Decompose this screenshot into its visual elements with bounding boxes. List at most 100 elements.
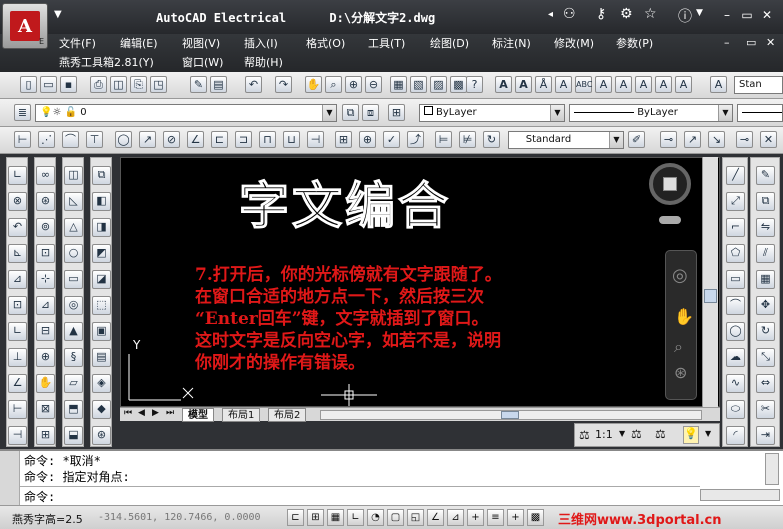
- tray-dropdown-icon[interactable]: ▼: [705, 429, 711, 438]
- dim-update-icon[interactable]: ↻: [483, 131, 500, 148]
- ellipse-icon[interactable]: ⬭: [726, 400, 745, 419]
- grid-display-icon[interactable]: ▦: [327, 509, 344, 526]
- 3d-osnap-icon[interactable]: ◱: [407, 509, 424, 526]
- zoom-nav-icon[interactable]: ⌕: [674, 337, 683, 357]
- cylinder-icon[interactable]: ▭: [64, 270, 83, 289]
- check-icon[interactable]: ◆: [92, 400, 111, 419]
- array-icon[interactable]: ▦: [756, 270, 775, 289]
- viewcube-top-face[interactable]: [663, 177, 677, 191]
- object-snap-icon[interactable]: ▢: [387, 509, 404, 526]
- paste-icon[interactable]: ▤: [210, 76, 227, 93]
- extrude-icon[interactable]: ⬒: [64, 400, 83, 419]
- lineweight-toggle-icon[interactable]: ≡: [487, 509, 504, 526]
- imprint-icon[interactable]: ⬚: [92, 296, 111, 315]
- mirror-icon[interactable]: ⇋: [756, 218, 775, 237]
- undo-icon[interactable]: ↶: [245, 76, 262, 93]
- slice-icon[interactable]: ◪: [92, 270, 111, 289]
- text-a-icon[interactable]: A: [495, 76, 512, 93]
- application-menu-button[interactable]: A E: [2, 3, 48, 49]
- star-icon[interactable]: ☆: [644, 6, 657, 22]
- wedge-icon[interactable]: ◺: [64, 192, 83, 211]
- planar-icon[interactable]: ▱: [64, 374, 83, 393]
- color-combo[interactable]: ByLayer ▼: [419, 104, 565, 122]
- minimize-button[interactable]: –: [720, 9, 734, 21]
- tab-layout2[interactable]: 布局2: [268, 408, 307, 422]
- save-icon[interactable]: ▪: [60, 76, 77, 93]
- layer-combo[interactable]: 💡☼ 🔓 0 ▼: [35, 104, 337, 122]
- radius-dim-icon[interactable]: ◯: [115, 131, 132, 148]
- steering-wheel-icon[interactable]: ◎: [672, 265, 688, 286]
- ducs-icon[interactable]: ⊿: [447, 509, 464, 526]
- publish-icon[interactable]: ⎘: [130, 76, 147, 93]
- annotation-scale-dropdown[interactable]: ▼: [619, 429, 625, 438]
- arc-icon[interactable]: ⌒: [726, 296, 745, 315]
- make-current-layer-icon[interactable]: ⧉: [342, 104, 359, 121]
- command-prompt[interactable]: 命令:: [24, 488, 55, 505]
- menu-dimension[interactable]: 标注(N): [492, 35, 531, 51]
- inspection-icon[interactable]: ✓: [383, 131, 400, 148]
- cont-orbit-icon[interactable]: ⊚: [36, 218, 55, 237]
- construction-line-icon[interactable]: ⤢: [726, 192, 745, 211]
- ordinate-dim-icon[interactable]: ⊤: [86, 131, 103, 148]
- continue-dim-icon[interactable]: ⊓: [259, 131, 276, 148]
- snap-mode-icon[interactable]: ⊞: [307, 509, 324, 526]
- angular-dim-icon[interactable]: ∠: [187, 131, 204, 148]
- pan-nav-icon[interactable]: ✋: [674, 307, 694, 326]
- wcs-menu-button[interactable]: [659, 216, 681, 224]
- preview-icon[interactable]: ◫: [110, 76, 127, 93]
- color-dropdown-arrow[interactable]: ▼: [550, 105, 564, 121]
- find-text-icon[interactable]: Å: [535, 76, 552, 93]
- search-arrow-icon[interactable]: ◂: [548, 9, 553, 20]
- redo-icon[interactable]: ↷: [275, 76, 292, 93]
- tab-nav-next-icon[interactable]: ▶: [152, 408, 159, 418]
- drawing-canvas[interactable]: 字文编合 7.打开后，你的光标傍就有文字跟随了。 在窗口合适的地方点一下，然后按…: [120, 157, 720, 407]
- fly-icon[interactable]: ⊟: [36, 322, 55, 341]
- ucs-3point-icon[interactable]: ∠: [8, 374, 27, 393]
- pyramid-icon[interactable]: ▲: [64, 322, 83, 341]
- revcloud-icon[interactable]: ☁: [726, 348, 745, 367]
- tab-nav-last-icon[interactable]: ⏭: [166, 408, 174, 418]
- viewcube[interactable]: [649, 163, 691, 205]
- doc-minimize-button[interactable]: –: [724, 36, 730, 49]
- interfere-icon[interactable]: ◩: [92, 244, 111, 263]
- layer-previous-icon[interactable]: ⧈: [362, 104, 379, 121]
- justify-text-icon[interactable]: A: [635, 76, 652, 93]
- torus-icon[interactable]: ◎: [64, 296, 83, 315]
- transparency-icon[interactable]: +: [507, 509, 524, 526]
- layer-states-icon[interactable]: ⊞: [388, 104, 405, 121]
- ucs-y-icon[interactable]: ⊣: [8, 426, 27, 445]
- menu-tools[interactable]: 工具(T): [368, 35, 405, 51]
- lightbulb-icon[interactable]: 💡: [683, 426, 699, 444]
- erase-icon[interactable]: ✎: [756, 166, 775, 185]
- text-frame-icon[interactable]: A: [675, 76, 692, 93]
- linetype-dropdown-arrow[interactable]: ▼: [718, 105, 732, 121]
- quick-access-dropdown-icon[interactable]: ▼: [54, 9, 62, 20]
- text-style-manager-icon[interactable]: A: [710, 76, 727, 93]
- annotation-visibility-icon[interactable]: ⚖: [631, 427, 642, 441]
- menu-edit[interactable]: 编辑(E): [120, 35, 158, 51]
- camera-icon[interactable]: ⊠: [36, 400, 55, 419]
- rectangle-icon[interactable]: ▭: [726, 270, 745, 289]
- free-orbit-icon[interactable]: ⊛: [36, 192, 55, 211]
- menu-window[interactable]: 窗口(W): [182, 54, 223, 70]
- ucs-previous-icon[interactable]: ↶: [8, 218, 27, 237]
- menu-format[interactable]: 格式(O): [306, 35, 345, 51]
- solid-edit-icon[interactable]: ⊛: [92, 426, 111, 445]
- copy-icon[interactable]: ⧉: [756, 192, 775, 211]
- rotate-icon[interactable]: ↻: [756, 322, 775, 341]
- command-hscrollbar[interactable]: [700, 489, 780, 501]
- menu-file[interactable]: 文件(F): [59, 35, 96, 51]
- coordinate-readout[interactable]: -314.5601, 120.7466, 0.0000: [98, 512, 261, 523]
- toolpalettes-icon[interactable]: ▨: [430, 76, 447, 93]
- spline-icon[interactable]: ∿: [726, 374, 745, 393]
- tab-nav-prev-icon[interactable]: ◀: [138, 408, 145, 418]
- tab-model[interactable]: 模型: [182, 408, 214, 422]
- pan-3d-icon[interactable]: ✋: [36, 374, 55, 393]
- separate-icon[interactable]: ▤: [92, 348, 111, 367]
- box-icon[interactable]: ◫: [64, 166, 83, 185]
- baseline-dim-icon[interactable]: ⊐: [235, 131, 252, 148]
- annotation-scale-value[interactable]: 1:1: [595, 428, 613, 441]
- adjust-distance-icon[interactable]: ⊡: [36, 244, 55, 263]
- tab-layout1[interactable]: 布局1: [222, 408, 261, 422]
- menu-draw[interactable]: 绘图(D): [430, 35, 469, 51]
